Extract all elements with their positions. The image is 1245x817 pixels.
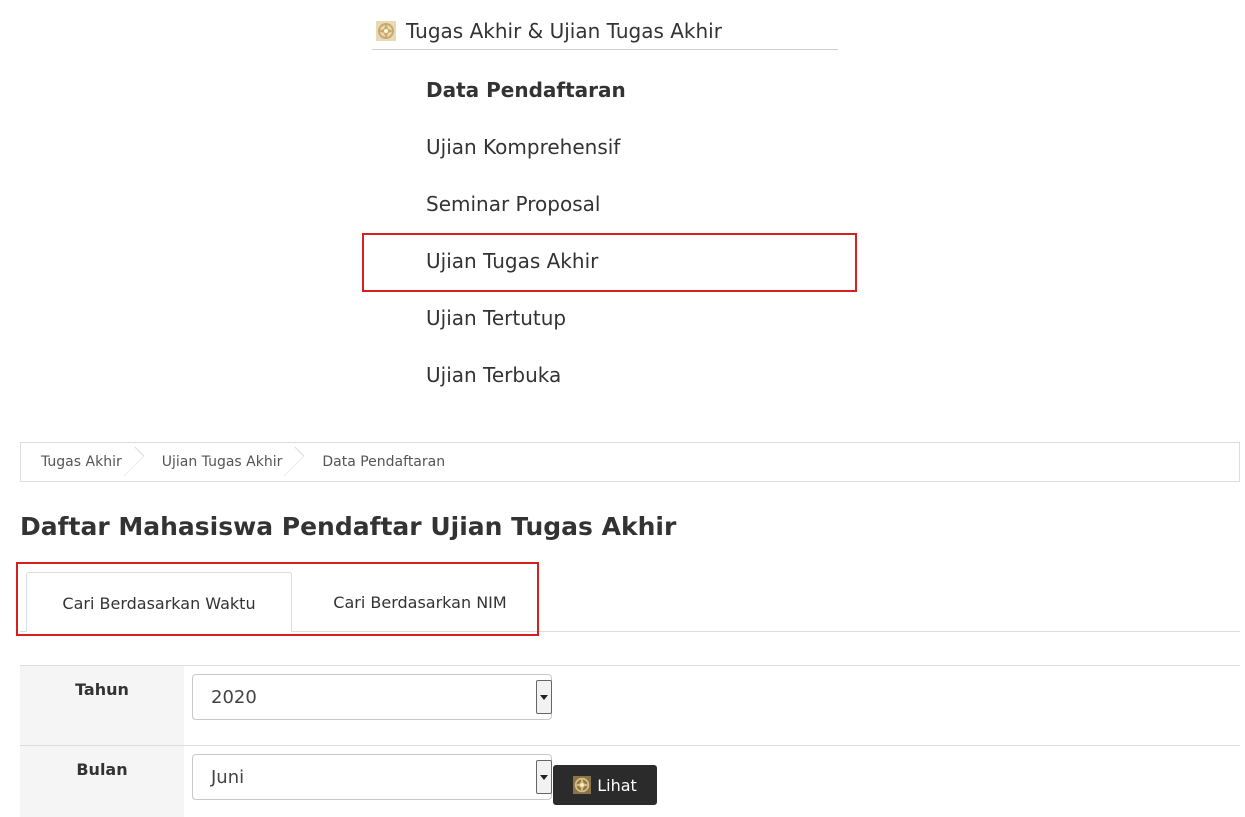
menu-item-ujian-tertutup[interactable]: Ujian Tertutup	[426, 290, 856, 347]
tab-cari-berdasarkan-nim[interactable]: Cari Berdasarkan NIM	[300, 572, 540, 631]
tahun-label: Tahun	[20, 666, 184, 745]
menu-header[interactable]: Tugas Akhir & Ujian Tugas Akhir	[372, 12, 838, 50]
breadcrumb-item-data-pendaftaran: Data Pendaftaran	[322, 454, 446, 470]
bulan-select-value: Juni	[211, 767, 245, 788]
menu-item-ujian-terbuka[interactable]: Ujian Terbuka	[426, 347, 856, 404]
bulan-select[interactable]: Juni	[192, 754, 552, 800]
chevron-down-icon[interactable]	[536, 760, 552, 794]
ornament-icon	[573, 776, 592, 794]
lihat-button-label: Lihat	[597, 775, 637, 795]
breadcrumb: Tugas Akhir Ujian Tugas Akhir Data Penda…	[20, 442, 1240, 482]
menu-title: Tugas Akhir & Ujian Tugas Akhir	[406, 18, 722, 43]
page-title: Daftar Mahasiswa Pendaftar Ujian Tugas A…	[20, 512, 677, 541]
tahun-select[interactable]: 2020	[192, 674, 552, 720]
ornament-icon	[376, 20, 396, 41]
menu-item-data-pendaftaran[interactable]: Data Pendaftaran	[426, 62, 856, 119]
tab-cari-berdasarkan-waktu[interactable]: Cari Berdasarkan Waktu	[26, 572, 292, 632]
form-row-tahun: Tahun 2020	[20, 666, 1240, 746]
menu-item-seminar-proposal[interactable]: Seminar Proposal	[426, 176, 856, 233]
lihat-button[interactable]: Lihat	[553, 765, 657, 805]
breadcrumb-item-tugas-akhir[interactable]: Tugas Akhir	[21, 443, 142, 481]
bulan-label: Bulan	[20, 746, 184, 817]
menu-item-ujian-komprehensif[interactable]: Ujian Komprehensif	[426, 119, 856, 176]
tahun-select-value: 2020	[211, 687, 257, 708]
menu-list: Data Pendaftaran Ujian Komprehensif Semi…	[426, 62, 856, 404]
breadcrumb-item-ujian-tugas-akhir[interactable]: Ujian Tugas Akhir	[142, 443, 303, 481]
chevron-down-icon[interactable]	[536, 680, 552, 714]
menu-item-ujian-tugas-akhir[interactable]: Ujian Tugas Akhir	[426, 233, 856, 290]
